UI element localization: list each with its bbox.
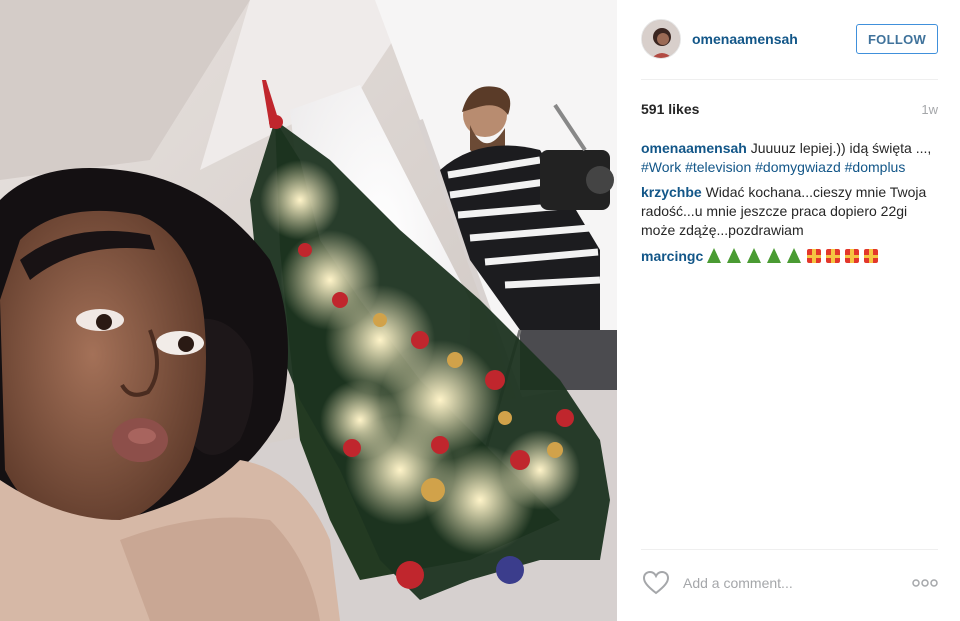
post-header: omenaamensah FOLLOW <box>641 18 938 60</box>
post-photo[interactable] <box>0 0 617 621</box>
post-timestamp[interactable]: 1w <box>921 102 938 117</box>
follow-button[interactable]: FOLLOW <box>856 24 938 54</box>
avatar-image <box>642 20 680 58</box>
christmas-tree-icon <box>767 248 782 263</box>
hashtag-link[interactable]: #Work <box>641 159 681 175</box>
christmas-tree-icon <box>707 248 722 263</box>
list-item: krzychbe Widać kochana...cieszy mnie Two… <box>641 183 941 240</box>
christmas-tree-icon <box>787 248 802 263</box>
comment-text: Juuuuz lepiej.)) idą święta ..., <box>746 140 932 156</box>
caption-comment: omenaamensah Juuuuz lepiej.)) idą święta… <box>641 139 941 177</box>
comment-username[interactable]: krzychbe <box>641 184 702 200</box>
comment-username[interactable]: omenaamensah <box>641 140 747 156</box>
post-footer <box>641 568 938 598</box>
add-comment-input[interactable] <box>681 574 895 592</box>
hashtag-link[interactable]: #television <box>685 159 751 175</box>
christmas-tree-icon <box>727 248 742 263</box>
instagram-post: omenaamensah FOLLOW 591 likes 1w omenaam… <box>0 0 960 621</box>
avatar[interactable] <box>641 19 681 59</box>
hashtag-link[interactable]: #domplus <box>845 159 906 175</box>
christmas-tree-icon <box>747 248 762 263</box>
comments-list: omenaamensah Juuuuz lepiej.)) idą święta… <box>641 139 941 272</box>
gift-icon <box>807 249 822 263</box>
gift-icon <box>845 249 860 263</box>
post-username[interactable]: omenaamensah <box>692 31 798 47</box>
footer-divider <box>641 549 938 550</box>
list-item: marcingc <box>641 246 941 266</box>
header-divider <box>641 79 938 80</box>
hashtag-link[interactable]: #domygwiazd <box>755 159 841 175</box>
more-options-icon[interactable] <box>912 578 938 588</box>
gift-icon <box>864 249 879 263</box>
comment-username[interactable]: marcingc <box>641 248 703 264</box>
post-side-panel: omenaamensah FOLLOW 591 likes 1w omenaam… <box>617 0 960 621</box>
gift-icon <box>826 249 841 263</box>
photo-illustration <box>0 0 617 621</box>
heart-outline-icon[interactable] <box>641 568 671 598</box>
likes-count[interactable]: 591 likes <box>641 101 699 117</box>
